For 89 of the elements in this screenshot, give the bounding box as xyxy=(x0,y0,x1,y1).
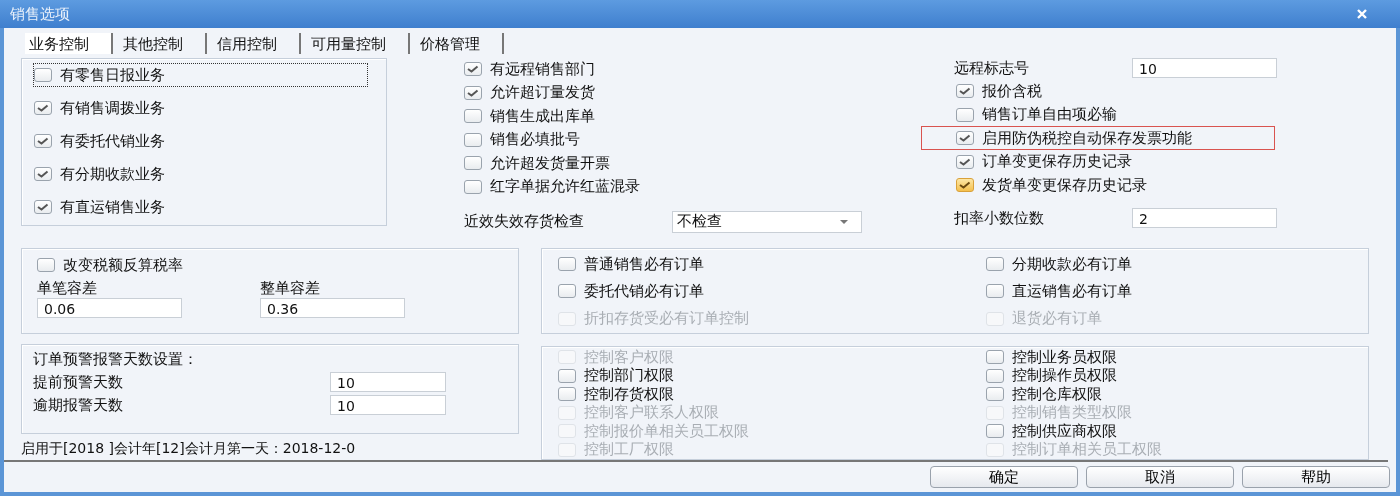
checkbox-label: 报价含税 xyxy=(982,81,1042,101)
checkbox[interactable] xyxy=(558,257,576,271)
checkbox-label: 控制部门权限 xyxy=(584,366,674,385)
input-field[interactable]: 0.36 xyxy=(260,298,405,318)
checkbox-label: 红字单据允许红蓝混录 xyxy=(490,177,640,197)
checkbox[interactable] xyxy=(37,258,55,272)
caret-icon xyxy=(839,218,849,225)
input-field[interactable]: 2 xyxy=(1132,208,1277,229)
checkbox-label: 有分期收款业务 xyxy=(60,164,165,184)
checkbox-label: 控制工厂权限 xyxy=(584,440,674,459)
checkbox-label: 控制业务员权限 xyxy=(1012,347,1117,367)
input-field[interactable]: 0.06 xyxy=(37,298,182,318)
field-label: 扣率小数位数 xyxy=(954,208,1045,228)
input-field[interactable]: 10 xyxy=(330,395,446,415)
dialog-button[interactable]: 确定 xyxy=(930,466,1078,488)
checkbox[interactable] xyxy=(464,132,482,147)
checkbox-label: 折扣存货受必有订单控制 xyxy=(584,309,749,329)
checkbox-label: 允许超发货量开票 xyxy=(490,153,610,173)
field-label: 近效失效存货检查 xyxy=(464,212,585,232)
checkbox[interactable] xyxy=(464,62,482,76)
checkbox[interactable] xyxy=(956,131,974,146)
checkbox[interactable] xyxy=(956,84,974,98)
checkbox[interactable] xyxy=(34,68,52,82)
tab[interactable]: 其他控制 xyxy=(119,33,207,54)
checkbox[interactable] xyxy=(464,109,482,124)
checkbox-label: 控制销售类型权限 xyxy=(1012,403,1132,422)
input-field[interactable]: 10 xyxy=(330,372,446,392)
field-label: 提前预警天数 xyxy=(33,372,124,392)
checkbox-label: 有销售调拨业务 xyxy=(60,98,165,118)
checkbox-label: 销售订单自由项必输 xyxy=(982,105,1117,125)
checkbox[interactable] xyxy=(986,424,1004,438)
checkbox-label: 允许超订量发货 xyxy=(490,83,595,103)
checkbox[interactable] xyxy=(986,387,1004,401)
dialog-button[interactable]: 帮助 xyxy=(1242,466,1390,488)
checkbox[interactable] xyxy=(986,257,1004,271)
group-title: 订单预警报警天数设置： xyxy=(33,350,199,369)
checkbox[interactable] xyxy=(464,179,482,194)
checkbox-label: 有委托代销业务 xyxy=(60,131,165,151)
checkbox[interactable] xyxy=(558,368,576,383)
tab[interactable]: 可用量控制 xyxy=(307,33,410,54)
checkbox-label: 启用防伪税控自动保存发票功能 xyxy=(982,128,1192,148)
checkbox-label: 有直运销售业务 xyxy=(60,197,165,217)
checkbox-label: 控制客户权限 xyxy=(584,347,674,367)
tab[interactable]: 信用控制 xyxy=(213,33,301,54)
tab[interactable]: 价格管理 xyxy=(416,33,504,54)
field-label: 整单容差 xyxy=(260,279,321,298)
checkbox-label: 改变税额反算税率 xyxy=(63,255,183,275)
checkbox[interactable] xyxy=(464,85,482,100)
checkbox[interactable] xyxy=(986,368,1004,383)
checkbox-label: 订单变更保存历史记录 xyxy=(982,152,1132,172)
checkbox-label: 销售生成出库单 xyxy=(490,106,595,126)
checkbox-label: 直运销售必有订单 xyxy=(1012,281,1132,301)
checkbox-label: 发货单变更保存历史记录 xyxy=(982,175,1147,195)
checkbox-label: 有远程销售部门 xyxy=(490,59,595,79)
checkbox-label: 销售必填批号 xyxy=(490,130,580,150)
field-label: 远程标志号 xyxy=(954,58,1030,78)
checkbox[interactable] xyxy=(34,200,52,214)
checkbox-label: 控制存货权限 xyxy=(584,384,674,404)
checkbox-label: 有零售日报业务 xyxy=(60,65,165,85)
checkbox[interactable] xyxy=(558,284,576,299)
checkbox-label: 控制供应商权限 xyxy=(1012,421,1117,441)
window-title: 销售选项 xyxy=(10,4,70,24)
checkbox[interactable] xyxy=(956,107,974,122)
checkbox[interactable] xyxy=(464,156,482,171)
checkbox-label: 控制操作员权限 xyxy=(1012,366,1117,385)
checkbox-label: 控制客户联系人权限 xyxy=(584,403,719,422)
checkbox-label: 分期收款必有订单 xyxy=(1012,254,1132,274)
checkbox-label: 控制订单相关员工权限 xyxy=(1012,440,1162,459)
checkbox-label: 退货必有订单 xyxy=(1012,309,1102,329)
input-field[interactable]: 10 xyxy=(1132,58,1277,78)
checkbox-label: 普通销售必有订单 xyxy=(584,254,704,274)
dropdown[interactable]: 不检查 xyxy=(672,210,862,233)
checkbox[interactable] xyxy=(956,154,974,169)
checkbox[interactable] xyxy=(34,167,52,181)
tab[interactable]: 业务控制 xyxy=(25,33,113,54)
status-text: 启用于[2018 ]会计年[12]会计月第一天：2018-12-0 xyxy=(21,440,357,458)
checkbox[interactable] xyxy=(34,134,52,148)
field-label: 单笔容差 xyxy=(37,279,98,298)
close-icon[interactable] xyxy=(1356,8,1368,20)
checkbox-label: 控制报价单相关员工权限 xyxy=(584,421,749,441)
checkbox[interactable] xyxy=(986,284,1004,299)
checkbox[interactable] xyxy=(558,387,576,401)
dialog-button[interactable]: 取消 xyxy=(1086,466,1234,488)
checkbox[interactable] xyxy=(34,101,52,115)
checkbox[interactable] xyxy=(956,178,974,193)
checkbox[interactable] xyxy=(986,350,1004,364)
field-label: 逾期报警天数 xyxy=(33,395,124,415)
checkbox-label: 控制仓库权限 xyxy=(1012,384,1102,404)
checkbox-label: 委托代销必有订单 xyxy=(584,281,704,301)
